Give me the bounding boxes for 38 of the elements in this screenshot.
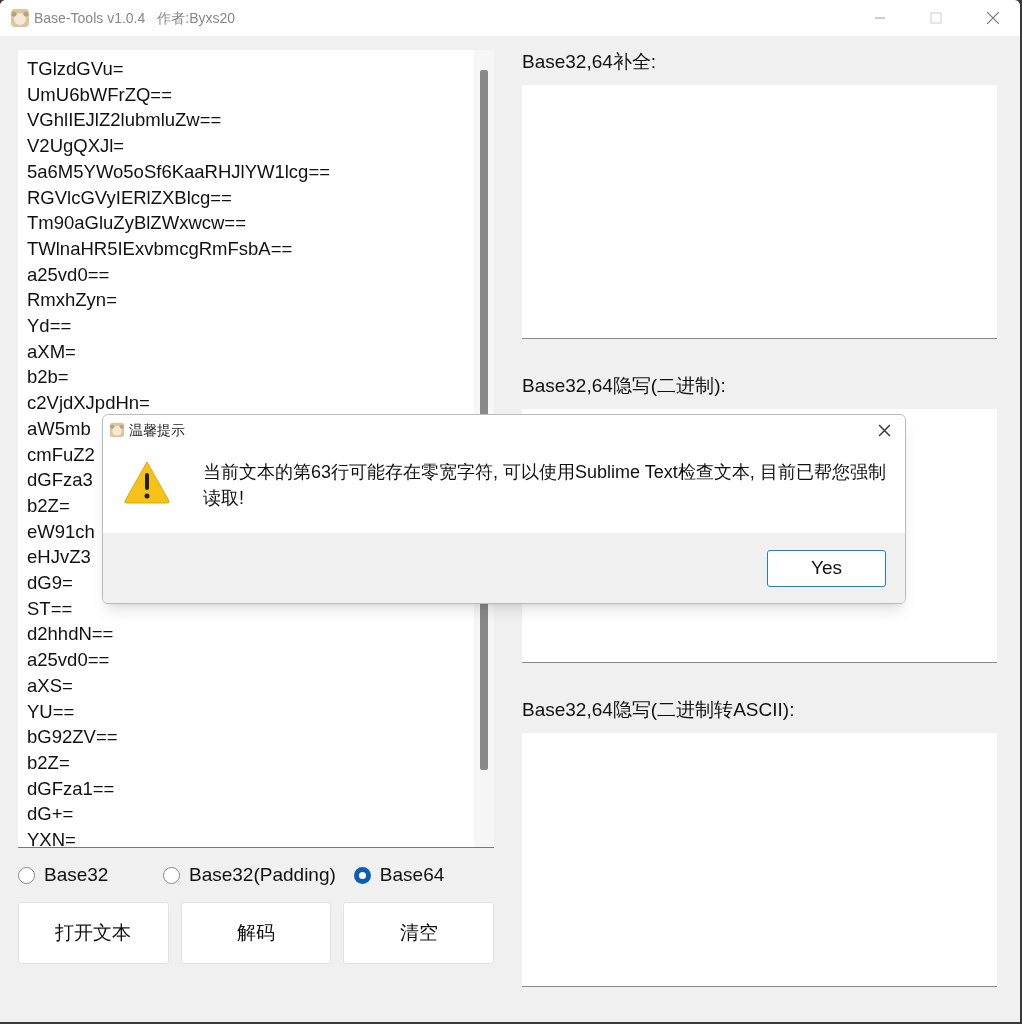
text-line: ST==	[27, 596, 73, 621]
text-line: Tm90aGluZyBlZWxwcw==	[27, 211, 246, 236]
text-line: dG9=	[27, 571, 73, 596]
text-line: d2hhdN==	[27, 622, 114, 647]
text-line: eHJvZ3	[27, 545, 91, 570]
text-line: a25vd0==	[27, 648, 110, 673]
text-line: c2VjdXJpdHn=	[27, 391, 150, 416]
text-line: b2Z=	[27, 751, 70, 775]
panel-label: Base32,64隐写(二进制转ASCII):	[522, 698, 796, 722]
window-title: Base-Tools v1.0.4	[34, 8, 146, 28]
text-line: bG92ZV==	[27, 725, 118, 750]
text-line: aXS=	[27, 673, 73, 698]
text-line: TGlzdGVu=	[27, 57, 124, 81]
panel-label: Base32,64隐写(二进制):	[522, 374, 727, 398]
text-line: 5a6M5YWo5oSf6KaaRHJlYW1lcg==	[27, 159, 330, 184]
text-line: Yd==	[27, 314, 72, 339]
text-line: b2b=	[27, 365, 69, 390]
text-line: UmU6bWFrZQ==	[27, 82, 172, 107]
text-line: RmxhZyn=	[27, 288, 117, 313]
text-line: aW5mb	[27, 416, 91, 441]
text-line: TWlnaHR5IExvbmcgRmFsbA==	[27, 236, 293, 261]
text-line: b2Z=	[27, 493, 70, 518]
text-line: YXN=	[27, 828, 76, 853]
dialog-title: 温馨提示	[129, 420, 185, 440]
author-label: 作者:Byxs20	[157, 8, 236, 28]
text-line: YU==	[27, 699, 75, 724]
text-line: eW91ch	[27, 519, 95, 544]
dialog-message: 当前文本的第63行可能存在零宽字符, 可以使用Sublime Text检查文本, 目前已帮您强制读取!	[203, 461, 887, 510]
text-line: aXM=	[27, 339, 76, 364]
text-line: dGFza1==	[27, 776, 115, 801]
panel-label: Base32,64补全:	[522, 50, 658, 74]
text-line: VGhlIEJlZ2lubmluZw==	[27, 108, 222, 133]
text-line: cmFuZ2	[27, 442, 95, 467]
text-line: V2UgQXJl=	[27, 134, 125, 159]
text-line: RGVlcGVyIERlZXBlcg==	[27, 185, 232, 210]
text-line: a25vd0==	[27, 262, 110, 287]
text-line: dGFza3	[27, 468, 93, 493]
text-line: dG+=	[27, 802, 74, 827]
